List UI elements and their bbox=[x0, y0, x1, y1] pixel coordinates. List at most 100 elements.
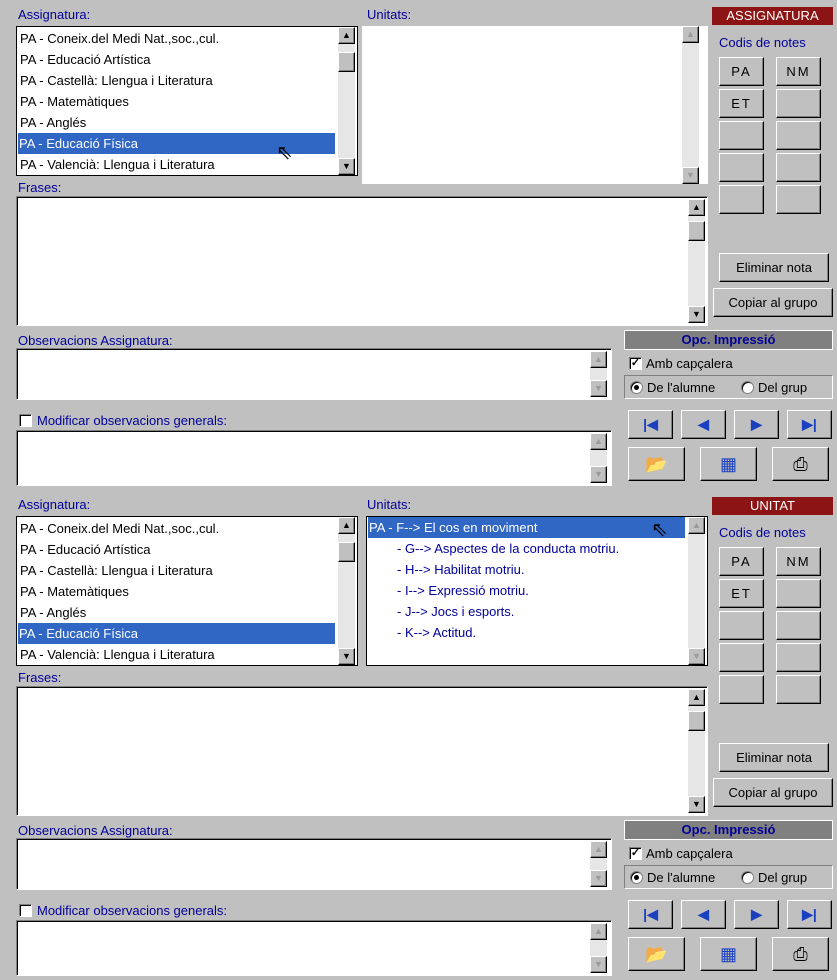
code-button-7[interactable] bbox=[776, 643, 821, 672]
print-button[interactable]: ⎙ bbox=[772, 447, 829, 481]
scroll-up-arrow-icon[interactable]: ▲ bbox=[590, 923, 607, 940]
code-button-9[interactable] bbox=[776, 675, 821, 704]
frases-scrollbar[interactable]: ▲ ▼ bbox=[688, 689, 705, 813]
observacions-textarea[interactable]: ▲ ▼ bbox=[16, 838, 612, 890]
amb-capcalera-checkbox[interactable]: ✓ bbox=[629, 357, 642, 370]
code-button-5[interactable] bbox=[776, 121, 821, 150]
unit-list-item[interactable]: - I--> Expressió motriu. bbox=[397, 580, 529, 601]
unit-list-item[interactable]: - H--> Habilitat motriu. bbox=[397, 559, 525, 580]
code-button-2[interactable]: ET bbox=[719, 579, 764, 608]
amb-capcalera-checkbox[interactable]: ✓ bbox=[629, 847, 642, 860]
subject-list-item[interactable]: PA - Coneix.del Medi Nat.,soc.,cul. bbox=[19, 28, 336, 49]
scroll-down-arrow-icon[interactable]: ▼ bbox=[688, 648, 705, 665]
subject-list-item[interactable]: PA - Anglés bbox=[19, 112, 336, 133]
subject-list[interactable]: PA - Coneix.del Medi Nat.,soc.,cul. PA - … bbox=[16, 26, 358, 176]
scroll-thumb[interactable] bbox=[338, 52, 355, 72]
subject-list-item[interactable]: PA - Valencià: Llengua i Literatura bbox=[19, 644, 336, 665]
scroll-up-arrow-icon[interactable]: ▲ bbox=[590, 433, 607, 450]
eliminar-nota-button[interactable]: Eliminar nota bbox=[719, 743, 829, 772]
radio-grup[interactable] bbox=[741, 871, 754, 884]
scroll-up-arrow-icon[interactable]: ▲ bbox=[688, 517, 705, 534]
scroll-up-arrow-icon[interactable]: ▲ bbox=[338, 27, 355, 44]
units-list[interactable]: ▲ ▼ bbox=[362, 26, 708, 184]
observacions-scrollbar[interactable]: ▲ ▼ bbox=[590, 351, 607, 397]
subject-list-scrollbar[interactable]: ▲ ▼ bbox=[338, 27, 355, 175]
prev-record-button[interactable]: ◀ bbox=[681, 410, 726, 439]
unit-list-item[interactable]: PA - F--> El cos en moviment bbox=[368, 517, 685, 538]
code-button-8[interactable] bbox=[719, 675, 764, 704]
first-record-button[interactable]: |◀ bbox=[628, 410, 673, 439]
frases-textarea[interactable]: ▲ ▼ bbox=[16, 196, 708, 326]
scroll-down-arrow-icon[interactable]: ▼ bbox=[590, 380, 607, 397]
subject-list-item[interactable]: PA - Matemàtiques bbox=[19, 91, 336, 112]
units-list-scrollbar[interactable]: ▲ ▼ bbox=[682, 26, 699, 184]
code-button-6[interactable] bbox=[719, 153, 764, 182]
subject-list-item[interactable]: PA - Anglés bbox=[19, 602, 336, 623]
subject-list-item[interactable]: PA - Castellà: Llengua i Literatura bbox=[19, 70, 336, 91]
eliminar-nota-button[interactable]: Eliminar nota bbox=[719, 253, 829, 282]
observacions-generals-scrollbar[interactable]: ▲ ▼ bbox=[590, 923, 607, 973]
subject-list-scrollbar[interactable]: ▲ ▼ bbox=[338, 517, 355, 665]
observacions-generals-textarea[interactable]: ▲ ▼ bbox=[16, 920, 612, 976]
units-list-scrollbar[interactable]: ▲ ▼ bbox=[688, 517, 705, 665]
modificar-checkbox[interactable] bbox=[19, 904, 32, 917]
scroll-up-arrow-icon[interactable]: ▲ bbox=[688, 689, 705, 706]
code-button-6[interactable] bbox=[719, 643, 764, 672]
radio-alumne[interactable] bbox=[630, 381, 643, 394]
code-button-0[interactable]: PA bbox=[719, 57, 764, 86]
last-record-button[interactable]: ▶| bbox=[787, 900, 832, 929]
code-button-3[interactable] bbox=[776, 579, 821, 608]
scroll-up-arrow-icon[interactable]: ▲ bbox=[590, 351, 607, 368]
subject-list-item[interactable]: PA - Castellà: Llengua i Literatura bbox=[19, 560, 336, 581]
modificar-checkbox[interactable] bbox=[19, 414, 32, 427]
scroll-down-arrow-icon[interactable]: ▼ bbox=[338, 648, 355, 665]
next-record-button[interactable]: ▶ bbox=[734, 410, 779, 439]
scroll-thumb[interactable] bbox=[688, 711, 705, 731]
subject-list[interactable]: PA - Coneix.del Medi Nat.,soc.,cul. PA - … bbox=[16, 516, 358, 666]
scroll-down-arrow-icon[interactable]: ▼ bbox=[590, 870, 607, 887]
scroll-down-arrow-icon[interactable]: ▼ bbox=[688, 796, 705, 813]
code-button-0[interactable]: PA bbox=[719, 547, 764, 576]
subject-list-item[interactable]: PA - Educació Física bbox=[18, 623, 335, 644]
code-button-4[interactable] bbox=[719, 121, 764, 150]
first-record-button[interactable]: |◀ bbox=[628, 900, 673, 929]
scroll-down-arrow-icon[interactable]: ▼ bbox=[682, 167, 699, 184]
scroll-thumb[interactable] bbox=[338, 542, 355, 562]
scroll-up-arrow-icon[interactable]: ▲ bbox=[338, 517, 355, 534]
frases-textarea[interactable]: ▲ ▼ bbox=[16, 686, 708, 816]
scroll-down-arrow-icon[interactable]: ▼ bbox=[688, 306, 705, 323]
code-button-1[interactable]: NM bbox=[776, 547, 821, 576]
preview-button[interactable]: ▦ bbox=[700, 937, 757, 971]
scroll-up-arrow-icon[interactable]: ▲ bbox=[688, 199, 705, 216]
code-button-1[interactable]: NM bbox=[776, 57, 821, 86]
code-button-8[interactable] bbox=[719, 185, 764, 214]
print-button[interactable]: ⎙ bbox=[772, 937, 829, 971]
copiar-grupo-button[interactable]: Copiar al grupo bbox=[713, 288, 833, 317]
code-button-7[interactable] bbox=[776, 153, 821, 182]
unit-list-item[interactable]: - G--> Aspectes de la conducta motriu. bbox=[397, 538, 619, 559]
subject-list-item[interactable]: PA - Educació Artística bbox=[19, 539, 336, 560]
scroll-down-arrow-icon[interactable]: ▼ bbox=[338, 158, 355, 175]
code-button-4[interactable] bbox=[719, 611, 764, 640]
radio-grup[interactable] bbox=[741, 381, 754, 394]
scroll-down-arrow-icon[interactable]: ▼ bbox=[590, 956, 607, 973]
scroll-down-arrow-icon[interactable]: ▼ bbox=[590, 466, 607, 483]
code-button-5[interactable] bbox=[776, 611, 821, 640]
open-button[interactable]: 📂 bbox=[628, 937, 685, 971]
open-button[interactable]: 📂 bbox=[628, 447, 685, 481]
code-button-3[interactable] bbox=[776, 89, 821, 118]
prev-record-button[interactable]: ◀ bbox=[681, 900, 726, 929]
radio-alumne[interactable] bbox=[630, 871, 643, 884]
frases-scrollbar[interactable]: ▲ ▼ bbox=[688, 199, 705, 323]
observacions-generals-textarea[interactable]: ▲ ▼ bbox=[16, 430, 612, 486]
subject-list-item[interactable]: PA - Educació Artística bbox=[19, 49, 336, 70]
subject-list-item[interactable]: PA - Matemàtiques bbox=[19, 581, 336, 602]
code-button-2[interactable]: ET bbox=[719, 89, 764, 118]
observacions-scrollbar[interactable]: ▲ ▼ bbox=[590, 841, 607, 887]
copiar-grupo-button[interactable]: Copiar al grupo bbox=[713, 778, 833, 807]
scroll-up-arrow-icon[interactable]: ▲ bbox=[682, 26, 699, 43]
unit-list-item[interactable]: - K--> Actitud. bbox=[397, 622, 476, 643]
observacions-textarea[interactable]: ▲ ▼ bbox=[16, 348, 612, 400]
code-button-9[interactable] bbox=[776, 185, 821, 214]
next-record-button[interactable]: ▶ bbox=[734, 900, 779, 929]
